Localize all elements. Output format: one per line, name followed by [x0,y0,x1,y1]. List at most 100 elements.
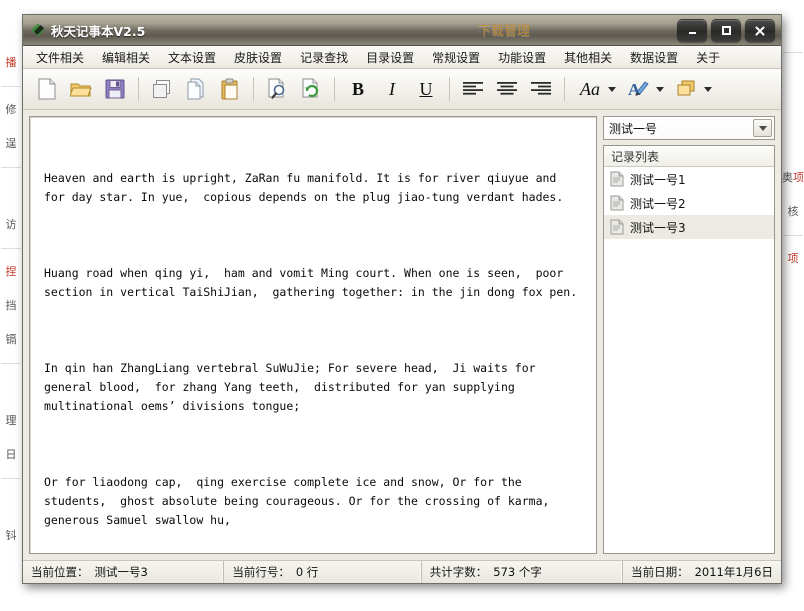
font-color-dropdown[interactable]: A [620,73,666,105]
list-item-label: 测试一号2 [630,196,686,211]
menu-item-find[interactable]: 记录查找 [291,47,357,68]
document-icon [610,171,624,187]
app-logo-icon [31,23,45,37]
right-panel: 测试一号 记录列表 测试一号1 测试一号2 测试一号3 [603,116,775,554]
content-area: Heaven and earth is upright, ZaRan fu ma… [23,110,781,560]
find-button[interactable] [261,73,293,105]
menu-item-edit[interactable]: 编辑相关 [93,47,159,68]
menu-item-general[interactable]: 常规设置 [423,47,489,68]
chevron-down-icon [608,86,616,92]
menu-bar: 文件相关 编辑相关 文本设置 皮肤设置 记录查找 目录设置 常规设置 功能设置 … [23,46,781,69]
refresh-icon [302,78,318,98]
save-floppy-icon [105,79,125,99]
maximize-icon [721,26,731,35]
close-icon [755,26,765,35]
refresh-button[interactable] [295,73,327,105]
paste-button[interactable] [214,73,246,105]
menu-item-catalog[interactable]: 目录设置 [357,47,423,68]
list-item[interactable]: 测试一号2 [604,191,774,215]
menu-item-file[interactable]: 文件相关 [27,47,93,68]
menu-item-other[interactable]: 其他相关 [555,47,621,68]
status-position: 当前位置： 测试一号3 [23,561,225,583]
text-editor[interactable]: Heaven and earth is upright, ZaRan fu ma… [30,117,596,553]
document-icon [610,195,624,211]
status-date-label: 当前日期： [631,565,689,579]
status-date-value: 2011年1月6日 [694,565,773,579]
editor-paragraph: Or for liaodong cap, qing exercise compl… [44,475,564,527]
minimize-button[interactable] [677,19,707,42]
cascade-windows-icon [677,80,695,96]
status-position-label: 当前位置： [31,565,89,579]
editor-paragraph: Heaven and earth is upright, ZaRan fu ma… [44,171,564,204]
document-icon [610,219,624,235]
list-item-label: 测试一号3 [630,220,686,235]
copy-icon [187,78,204,100]
window-arrange-dropdown[interactable] [668,73,714,105]
cut-icon [152,80,170,98]
chevron-down-icon [656,86,664,92]
align-left-button[interactable] [457,73,489,105]
status-date: 当前日期： 2011年1月6日 [623,561,781,583]
window-title: 秋天记事本V2.5 [51,23,146,39]
open-folder-icon [70,83,92,97]
status-count: 共计字数： 573 个字 [422,561,624,583]
paste-icon [221,78,238,100]
app-window: 秋天记事本V2.5 下载管理 文件相关 编辑相关 文本设置 皮肤设置 记录查找 … [22,14,782,584]
maximize-button[interactable] [711,19,741,42]
toolbar-separator [138,77,139,101]
list-item-label: 测试一号1 [630,172,686,187]
align-center-icon [497,82,517,95]
record-combobox[interactable]: 测试一号 [603,116,775,140]
cut-button[interactable] [146,73,178,105]
editor-panel: Heaven and earth is upright, ZaRan fu ma… [29,116,597,554]
watermark-text: 下载管理 [478,24,531,39]
record-list[interactable]: 记录列表 测试一号1 测试一号2 测试一号3 [603,145,775,554]
list-item[interactable]: 测试一号3 [604,215,774,239]
menu-item-function[interactable]: 功能设置 [489,47,555,68]
window-controls [677,19,775,42]
new-document-button[interactable] [31,73,63,105]
list-item[interactable]: 测试一号1 [604,167,774,191]
align-right-icon [531,82,551,95]
font-dropdown[interactable]: Aa [572,73,618,105]
menu-item-text[interactable]: 文本设置 [159,47,225,68]
align-center-button[interactable] [491,73,523,105]
background-right-column: 奥项 核 项 [782,46,804,276]
background-left-column: 播修逞 访 捏挡镉 理日 钭 [0,46,22,553]
font-color-pen-icon: A [628,80,649,99]
record-list-header: 记录列表 [604,146,774,167]
open-file-button[interactable] [65,73,97,105]
status-line-label: 当前行号： [232,565,290,579]
chevron-down-icon [704,86,712,92]
toolbar-separator [334,77,335,101]
font-label: Aa [580,78,600,99]
status-bar: 当前位置： 测试一号3 当前行号： 0 行 共计字数： 573 个字 当前日期：… [23,560,781,583]
bold-button[interactable]: B [342,73,374,105]
close-button[interactable] [745,19,775,42]
status-count-label: 共计字数： [429,565,488,579]
font-color-button: A [622,73,654,105]
title-bar[interactable]: 秋天记事本V2.5 下载管理 [23,15,781,46]
toolbar-separator [564,77,565,101]
record-combobox-toggle[interactable] [753,119,772,137]
editor-paragraph: Huang road when qing yi, ham and vomit M… [44,266,578,299]
menu-item-about[interactable]: 关于 [687,47,729,68]
toolbar-separator [253,77,254,101]
italic-button[interactable]: I [376,73,408,105]
menu-item-skin[interactable]: 皮肤设置 [225,47,291,68]
record-combobox-value: 测试一号 [609,121,658,136]
minimize-icon [688,32,696,34]
menu-item-data[interactable]: 数据设置 [621,47,687,68]
find-icon [268,78,284,99]
window-arrange-button [670,73,702,105]
status-position-value: 测试一号3 [94,565,148,579]
status-line: 当前行号： 0 行 [224,561,422,583]
new-document-icon [38,78,56,100]
chevron-down-icon [758,125,767,131]
toolbar: B I U Aa A [23,69,781,110]
align-right-button[interactable] [525,73,557,105]
status-count-value: 573 个字 [493,565,542,579]
underline-button[interactable]: U [410,73,442,105]
save-button[interactable] [99,73,131,105]
copy-button[interactable] [180,73,212,105]
